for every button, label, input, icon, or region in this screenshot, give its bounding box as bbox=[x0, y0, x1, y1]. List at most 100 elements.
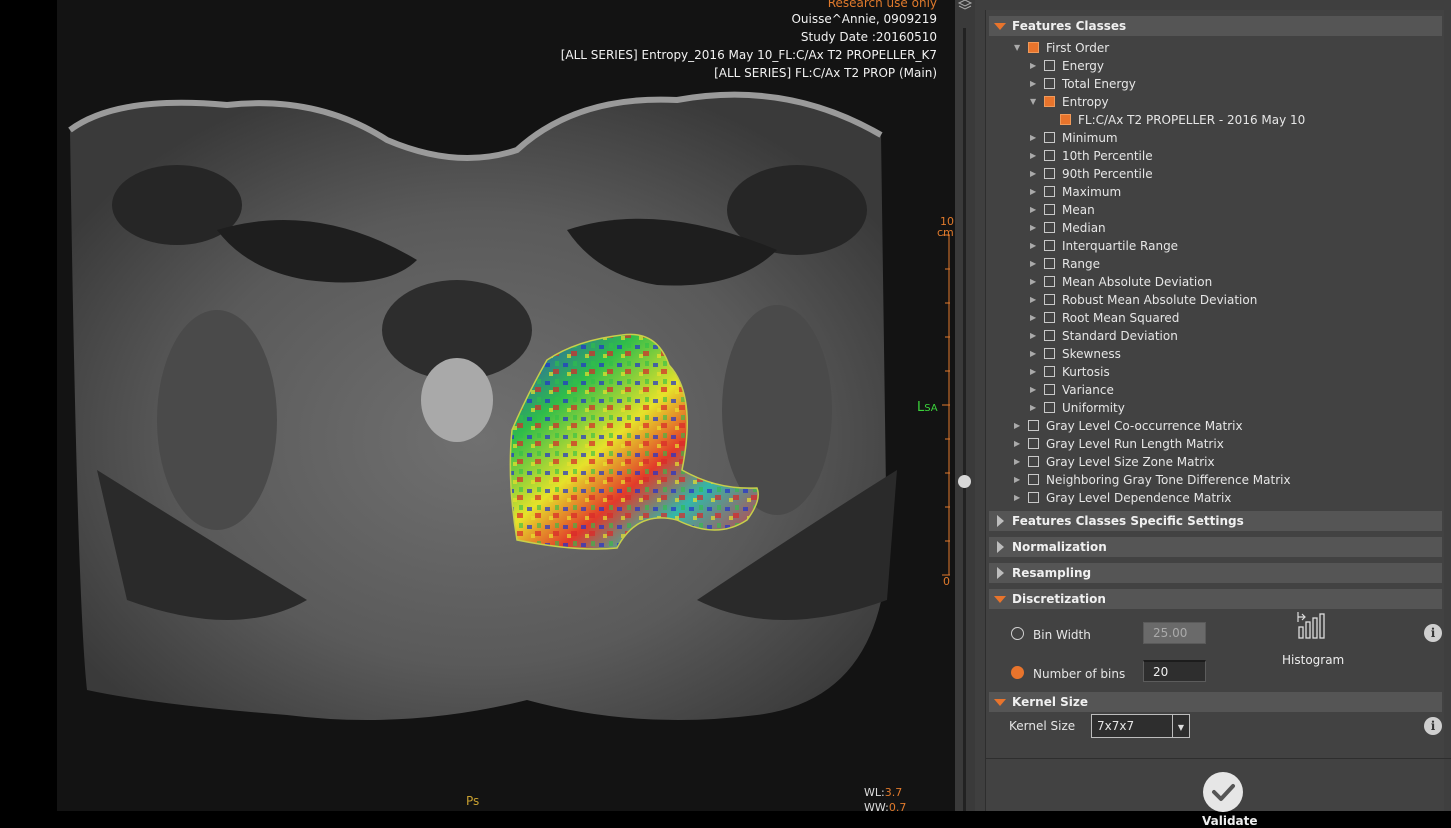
expand-arrow-icon[interactable]: ▶ bbox=[1014, 453, 1024, 471]
expand-arrow-icon[interactable]: ▶ bbox=[1030, 381, 1040, 399]
tree-item-feature[interactable]: ▶ Robust Mean Absolute Deviation bbox=[986, 291, 1442, 309]
feature-checkbox[interactable] bbox=[1044, 96, 1055, 107]
tree-item-matrix[interactable]: ▶ Gray Level Co-occurrence Matrix bbox=[986, 417, 1442, 435]
chevron-down-icon[interactable]: ▼ bbox=[1172, 715, 1189, 737]
section-resampling[interactable]: Resampling bbox=[989, 563, 1442, 583]
expand-arrow-icon[interactable]: ▶ bbox=[1030, 363, 1040, 381]
expand-arrow-icon[interactable]: ▶ bbox=[1030, 57, 1040, 75]
expand-arrow-icon[interactable]: ▶ bbox=[1030, 345, 1040, 363]
tree-item-feature[interactable]: ▶ Standard Deviation bbox=[986, 327, 1442, 345]
expand-arrow-icon[interactable]: ▶ bbox=[1030, 75, 1040, 93]
tree-item-first-order[interactable]: ▼ First Order bbox=[986, 39, 1442, 57]
expand-arrow-icon[interactable]: ▶ bbox=[1030, 147, 1040, 165]
expand-arrow-icon[interactable]: ▶ bbox=[1030, 183, 1040, 201]
feature-checkbox[interactable] bbox=[1044, 330, 1055, 341]
feature-checkbox[interactable] bbox=[1044, 150, 1055, 161]
feature-checkbox[interactable] bbox=[1044, 402, 1055, 413]
section-kernel-size[interactable]: Kernel Size bbox=[989, 692, 1442, 712]
tree-item-feature[interactable]: ▶ 90th Percentile bbox=[986, 165, 1442, 183]
expand-arrow-icon[interactable]: ▶ bbox=[1030, 129, 1040, 147]
tree-item-feature[interactable]: ▶ Maximum bbox=[986, 183, 1442, 201]
matrix-checkbox[interactable] bbox=[1028, 474, 1039, 485]
number-of-bins-field[interactable]: 20 bbox=[1143, 660, 1206, 682]
splitter-handle[interactable] bbox=[958, 475, 971, 488]
collapse-arrow-icon[interactable]: ▼ bbox=[1014, 39, 1024, 57]
section-discretization[interactable]: Discretization bbox=[989, 589, 1442, 609]
tree-item-matrix[interactable]: ▶ Gray Level Run Length Matrix bbox=[986, 435, 1442, 453]
expand-arrow-icon[interactable]: ▶ bbox=[1030, 309, 1040, 327]
tree-item-feature[interactable]: ▶ Mean Absolute Deviation bbox=[986, 273, 1442, 291]
kernel-info-icon[interactable]: i bbox=[1424, 717, 1442, 735]
tree-item-feature[interactable]: ▶ Interquartile Range bbox=[986, 237, 1442, 255]
tree-item-feature[interactable]: ▶ Total Energy bbox=[986, 75, 1442, 93]
expand-arrow-icon[interactable]: ▶ bbox=[1030, 399, 1040, 417]
feature-checkbox[interactable] bbox=[1044, 222, 1055, 233]
feature-checkbox[interactable] bbox=[1044, 240, 1055, 251]
expand-arrow-icon[interactable]: ▶ bbox=[1030, 255, 1040, 273]
matrix-checkbox[interactable] bbox=[1028, 438, 1039, 449]
section-features-classes[interactable]: Features Classes bbox=[989, 16, 1442, 36]
matrix-checkbox[interactable] bbox=[1028, 492, 1039, 503]
tree-item-feature[interactable]: ▶ Variance bbox=[986, 381, 1442, 399]
panel-splitter[interactable] bbox=[955, 0, 975, 811]
feature-checkbox[interactable] bbox=[1044, 186, 1055, 197]
feature-checkbox[interactable] bbox=[1044, 276, 1055, 287]
feature-checkbox[interactable] bbox=[1044, 60, 1055, 71]
feature-checkbox[interactable] bbox=[1044, 384, 1055, 395]
histogram-icon[interactable] bbox=[1296, 610, 1326, 640]
expand-arrow-icon[interactable]: ▶ bbox=[1014, 417, 1024, 435]
tree-item-matrix[interactable]: ▶ Gray Level Size Zone Matrix bbox=[986, 453, 1442, 471]
layers-icon[interactable] bbox=[957, 0, 973, 10]
tree-item-feature[interactable]: ▶ Root Mean Squared bbox=[986, 309, 1442, 327]
tree-item-feature[interactable]: ▶ Median bbox=[986, 219, 1442, 237]
first-order-checkbox[interactable] bbox=[1028, 42, 1039, 53]
histogram-button-label[interactable]: Histogram bbox=[1282, 653, 1344, 667]
tree-item-feature[interactable]: ▼ Entropy bbox=[986, 93, 1442, 111]
tree-item-feature[interactable]: ▶ Kurtosis bbox=[986, 363, 1442, 381]
expand-arrow-icon[interactable]: ▶ bbox=[1014, 471, 1024, 489]
kernel-size-select[interactable]: 7x7x7 ▼ bbox=[1091, 714, 1190, 738]
expand-arrow-icon[interactable]: ▶ bbox=[1030, 327, 1040, 345]
section-specific-settings[interactable]: Features Classes Specific Settings bbox=[989, 511, 1442, 531]
tree-item-matrix[interactable]: ▶ Gray Level Dependence Matrix bbox=[986, 489, 1442, 507]
tree-item-feature[interactable]: ▶ Skewness bbox=[986, 345, 1442, 363]
matrix-checkbox[interactable] bbox=[1028, 456, 1039, 467]
feature-checkbox[interactable] bbox=[1044, 312, 1055, 323]
tree-item-feature[interactable]: ▶ Range bbox=[986, 255, 1442, 273]
feature-checkbox[interactable] bbox=[1044, 78, 1055, 89]
expand-arrow-icon[interactable]: ▶ bbox=[1014, 489, 1024, 507]
tree-item-feature[interactable]: ▶ Energy bbox=[986, 57, 1442, 75]
feature-checkbox[interactable] bbox=[1044, 258, 1055, 269]
validate-button[interactable] bbox=[1203, 772, 1243, 812]
tree-item-feature[interactable]: ▶ Minimum bbox=[986, 129, 1442, 147]
expand-arrow-icon[interactable]: ▶ bbox=[1014, 435, 1024, 453]
collapse-arrow-icon[interactable]: ▼ bbox=[1030, 93, 1040, 111]
expand-arrow-icon[interactable]: ▶ bbox=[1030, 237, 1040, 255]
expand-arrow-icon[interactable]: ▶ bbox=[1030, 219, 1040, 237]
expand-arrow-icon[interactable]: ▶ bbox=[1030, 291, 1040, 309]
tree-item-feature[interactable]: ▶ Uniformity bbox=[986, 399, 1442, 417]
feature-checkbox[interactable] bbox=[1044, 204, 1055, 215]
expand-arrow-icon[interactable]: ▶ bbox=[1030, 273, 1040, 291]
image-viewer[interactable]: Research use only Ouisse^Annie, 0909219 … bbox=[0, 0, 955, 811]
section-normalization[interactable]: Normalization bbox=[989, 537, 1442, 557]
feature-checkbox[interactable] bbox=[1044, 348, 1055, 359]
number-of-bins-radio[interactable] bbox=[1011, 666, 1024, 679]
expand-arrow-icon[interactable]: ▶ bbox=[1030, 165, 1040, 183]
expand-arrow-icon[interactable]: ▶ bbox=[1030, 201, 1040, 219]
settings-scroll-area[interactable]: Features Classes ▼ First Order ▶ Energy ▶ Tot… bbox=[985, 10, 1451, 828]
mri-image-area[interactable]: Research use only Ouisse^Annie, 0909219 … bbox=[57, 0, 955, 811]
tree-item-entropy-series[interactable]: FL:C/Ax T2 PROPELLER - 2016 May 10 bbox=[986, 111, 1442, 129]
tree-item-feature[interactable]: ▶ 10th Percentile bbox=[986, 147, 1442, 165]
bin-width-radio[interactable] bbox=[1011, 627, 1024, 640]
bin-width-field[interactable]: 25.00 bbox=[1143, 622, 1206, 644]
feature-checkbox[interactable] bbox=[1044, 168, 1055, 179]
feature-checkbox[interactable] bbox=[1044, 294, 1055, 305]
discretization-info-icon[interactable]: i bbox=[1424, 624, 1442, 642]
tree-item-feature[interactable]: ▶ Mean bbox=[986, 201, 1442, 219]
series-checkbox[interactable] bbox=[1060, 114, 1071, 125]
feature-checkbox[interactable] bbox=[1044, 132, 1055, 143]
tree-item-matrix[interactable]: ▶ Neighboring Gray Tone Difference Matrix bbox=[986, 471, 1442, 489]
matrix-checkbox[interactable] bbox=[1028, 420, 1039, 431]
feature-checkbox[interactable] bbox=[1044, 366, 1055, 377]
